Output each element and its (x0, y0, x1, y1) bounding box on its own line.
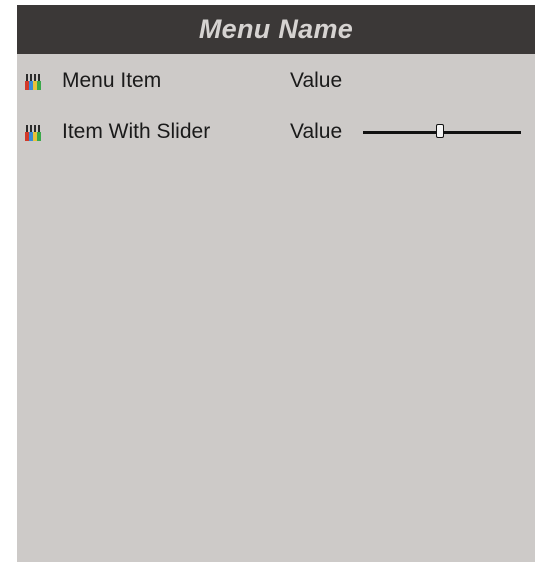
menu-title: Menu Name (17, 5, 535, 54)
paint-brushes-icon (25, 124, 41, 142)
menu-item-row[interactable]: Menu Item Value (17, 65, 535, 97)
paint-brushes-icon (25, 73, 41, 91)
slider-item-row[interactable]: Item With Slider Value (17, 116, 535, 148)
menu-panel: Menu Name Menu Item Value Item With Slid… (17, 5, 535, 562)
slider-item-value: Value (290, 120, 343, 143)
menu-item-value: Value (290, 69, 343, 92)
menu-item-label: Menu Item (62, 69, 162, 92)
slider-item-label: Item With Slider (62, 120, 211, 143)
value-slider[interactable] (363, 122, 521, 142)
slider-thumb[interactable] (436, 124, 445, 138)
